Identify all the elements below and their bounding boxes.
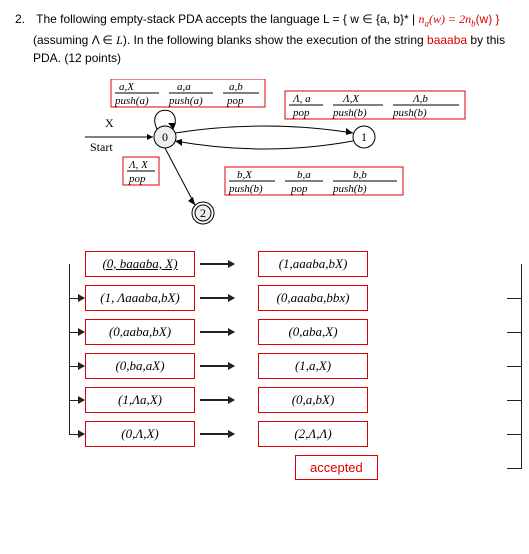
- svg-text:pop: pop: [128, 173, 146, 185]
- svg-text:pop: pop: [290, 183, 308, 195]
- svg-text:Λ, a: Λ, a: [292, 93, 311, 105]
- arrow-icon: [200, 365, 234, 367]
- start-label: Start: [90, 140, 113, 154]
- cfg-5r: (2,Λ,Λ): [258, 421, 368, 447]
- q-p1: The following empty-stack PDA accepts th…: [36, 12, 418, 26]
- svg-text:push(a): push(a): [114, 95, 149, 107]
- trace-row-1: (1, Λaaaba,bX) (0,aaaba,bbx): [65, 281, 514, 315]
- q-p6: PDA. (12 points): [33, 51, 121, 65]
- trace-row-4: (1,Λa,X) (0,a,bX): [65, 383, 514, 417]
- connector: [69, 264, 84, 299]
- na-w: (w) = 2: [429, 12, 465, 26]
- q-p2: (w) }: [476, 12, 500, 26]
- svg-text:b,a: b,a: [297, 169, 311, 181]
- q-input: baaaba: [427, 33, 467, 47]
- cfg-5l: (0,Λ,X): [85, 421, 195, 447]
- connector: [69, 400, 84, 435]
- cfg-0l: (0, baaaba, X): [85, 251, 195, 277]
- svg-text:push(b): push(b): [332, 183, 367, 195]
- state-2: 2: [200, 206, 206, 220]
- svg-text:push(b): push(b): [392, 107, 427, 119]
- trace-row-3: (0,ba,aX) (1,a,X): [65, 349, 514, 383]
- svg-text:Λ, X: Λ, X: [128, 159, 149, 171]
- question-text: 2. The following empty-stack PDA accepts…: [15, 10, 514, 67]
- pda-diagram: Start X 0 a,X push(a) a,a push(a) a,b po…: [75, 79, 514, 229]
- svg-text:a,b: a,b: [229, 81, 243, 93]
- cfg-1r: (0,aaaba,bbx): [258, 285, 368, 311]
- arrow-icon: [200, 297, 234, 299]
- svg-text:a,X: a,X: [119, 81, 135, 93]
- cfg-4l: (1,Λa,X): [85, 387, 195, 413]
- svg-text:a,a: a,a: [177, 81, 191, 93]
- svg-text:push(a): push(a): [168, 95, 203, 107]
- state-1: 1: [361, 130, 367, 144]
- connector: [507, 434, 522, 469]
- arrow-icon: [200, 263, 234, 265]
- arrow-icon: [200, 331, 234, 333]
- arrow-icon: [200, 399, 234, 401]
- q-p4: ). In the following blanks show the exec…: [123, 33, 427, 47]
- svg-text:b,b: b,b: [353, 169, 367, 181]
- q-L: L: [116, 33, 123, 47]
- q-p5: by this: [467, 33, 505, 47]
- q-p3: (assuming Λ ∈: [33, 33, 116, 47]
- svg-text:pop: pop: [292, 107, 310, 119]
- state-0: 0: [162, 130, 168, 144]
- trace-row-0: (0, baaaba, X) (1,aaaba,bX): [65, 247, 514, 281]
- cfg-3r: (1,a,X): [258, 353, 368, 379]
- pda-svg: Start X 0 a,X push(a) a,a push(a) a,b po…: [75, 79, 475, 229]
- accepted-label: accepted: [295, 455, 378, 480]
- connector: [69, 366, 84, 401]
- svg-text:b,X: b,X: [237, 169, 253, 181]
- cfg-4r: (0,a,bX): [258, 387, 368, 413]
- connector: [69, 332, 84, 367]
- cfg-3l: (0,ba,aX): [85, 353, 195, 379]
- svg-text:push(b): push(b): [332, 107, 367, 119]
- cfg-1l: (1, Λaaaba,bX): [85, 285, 195, 311]
- arrow-icon: [200, 433, 234, 435]
- trace-row-5: (0,Λ,X) (2,Λ,Λ): [65, 417, 514, 451]
- svg-text:push(b): push(b): [228, 183, 263, 195]
- na: na(w) = 2nb: [418, 12, 475, 26]
- cfg-0r: (1,aaaba,bX): [258, 251, 368, 277]
- svg-text:Λ,X: Λ,X: [342, 93, 360, 105]
- question-number: 2.: [15, 10, 33, 28]
- connector: [69, 298, 84, 333]
- cfg-2l: (0,aaba,bX): [85, 319, 195, 345]
- trace-row-2: (0,aaba,bX) (0,aba,X): [65, 315, 514, 349]
- svg-text:pop: pop: [226, 95, 244, 107]
- execution-trace: (0, baaaba, X) (1,aaaba,bX) (1, Λaaaba,b…: [65, 247, 514, 480]
- svg-text:Λ,b: Λ,b: [412, 93, 428, 105]
- x-label: X: [105, 116, 114, 130]
- cfg-2r: (0,aba,X): [258, 319, 368, 345]
